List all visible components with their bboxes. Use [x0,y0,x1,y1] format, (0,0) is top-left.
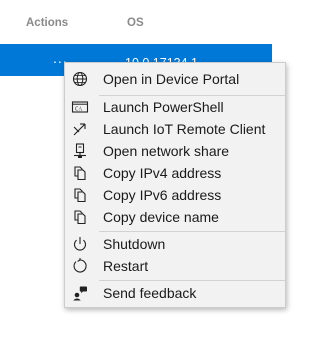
copy-icon [71,209,89,225]
table-header-row: Actions OS [0,0,272,44]
os-column-header[interactable]: OS [127,17,144,29]
menu-item-copy-ipv4-address[interactable]: Copy IPv4 address [65,162,285,184]
menu-item-label: Open network share [103,143,230,159]
menu-item-launch-iot-remote-client[interactable]: Launch IoT Remote Client [65,118,285,140]
menu-item-shutdown[interactable]: Shutdown [65,233,285,255]
menu-item-label: Open in Device Portal [103,71,240,87]
power-icon [71,236,89,252]
menu-item-send-feedback[interactable]: Send feedback [65,282,285,304]
menu-item-label: Shutdown [103,236,166,252]
menu-item-label: Copy IPv6 address [103,187,222,203]
powershell-icon: C:\ [71,99,89,115]
menu-item-copy-ipv6-address[interactable]: Copy IPv6 address [65,184,285,206]
menu-item-label: Launch IoT Remote Client [103,121,266,137]
restart-icon [71,258,89,274]
menu-item-label: Launch PowerShell [103,99,224,115]
menu-item-launch-powershell[interactable]: C:\ Launch PowerShell [65,96,285,118]
menu-item-copy-device-name[interactable]: Copy device name [65,206,285,228]
menu-item-restart[interactable]: Restart [65,255,285,277]
menu-separator [99,231,285,232]
menu-item-label: Copy IPv4 address [103,165,222,181]
network-share-icon [71,143,89,159]
context-menu: Open in Device Portal C:\ Launch PowerSh… [64,62,286,308]
menu-item-open-network-share[interactable]: Open network share [65,140,285,162]
svg-text:C:\: C:\ [75,106,82,112]
menu-item-label: Send feedback [103,285,197,301]
copy-icon [71,165,89,181]
menu-item-label: Copy device name [103,209,219,225]
menu-item-open-device-portal[interactable]: Open in Device Portal [65,68,285,90]
feedback-icon [71,285,89,301]
copy-icon [71,187,89,203]
globe-icon [71,71,89,87]
actions-column-header[interactable]: Actions [26,17,68,29]
menu-separator [99,280,285,281]
menu-item-label: Restart [103,258,149,274]
remote-client-icon [71,121,89,137]
